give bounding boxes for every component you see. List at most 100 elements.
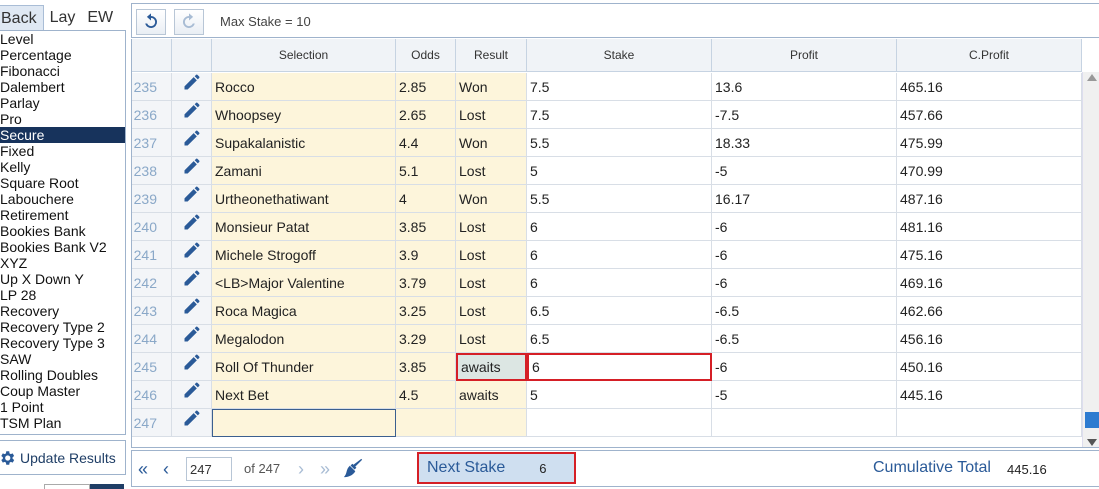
staking-method-item[interactable]: Up X Down Y <box>0 271 125 287</box>
cell-profit[interactable]: -6.5 <box>712 297 897 325</box>
cell-stake[interactable]: 6.5 <box>527 325 712 353</box>
cell-stake[interactable]: 6 <box>527 241 712 269</box>
cell-selection[interactable]: Whoopsey <box>212 101 396 129</box>
broom-icon[interactable] <box>342 457 364 479</box>
cell-odds[interactable] <box>396 409 456 437</box>
cell-cprofit[interactable]: 456.16 <box>897 325 1082 353</box>
cell-odds[interactable]: 4.4 <box>396 129 456 157</box>
redo-button[interactable] <box>174 9 204 35</box>
edit-row-button[interactable] <box>172 73 212 101</box>
column-header-odds[interactable]: Odds <box>396 39 456 72</box>
column-header-selection[interactable]: Selection <box>212 39 396 72</box>
cell-selection[interactable]: Next Bet <box>212 381 396 409</box>
cell-profit[interactable]: -6.5 <box>712 325 897 353</box>
cell-odds[interactable]: 5.1 <box>396 157 456 185</box>
cell-result[interactable] <box>456 409 527 437</box>
cell-selection[interactable]: Supakalanistic <box>212 129 396 157</box>
staking-method-item[interactable]: Bookies Bank <box>0 223 125 239</box>
cell-odds[interactable]: 3.29 <box>396 325 456 353</box>
edit-row-button[interactable] <box>172 241 212 269</box>
cell-cprofit[interactable]: 470.99 <box>897 157 1082 185</box>
cell-cprofit[interactable]: 487.16 <box>897 185 1082 213</box>
edit-row-button[interactable] <box>172 129 212 157</box>
bottom-tab[interactable] <box>44 484 90 489</box>
cell-result[interactable]: Won <box>456 73 527 101</box>
cell-cprofit[interactable]: 469.16 <box>897 269 1082 297</box>
column-header-cprofit[interactable]: C.Profit <box>897 39 1082 72</box>
column-header-edit[interactable] <box>172 39 212 72</box>
table-row[interactable]: 244 Megalodon 3.29 Lost 6.5 -6.5 456.16 <box>132 325 1082 353</box>
staking-method-item[interactable]: Kelly <box>0 159 125 175</box>
update-results-button[interactable]: Update Results <box>0 440 126 475</box>
cell-selection[interactable]: Urtheonethatiwant <box>212 185 396 213</box>
cell-selection[interactable]: Roll Of Thunder <box>212 353 396 381</box>
staking-method-item[interactable]: Fibonacci <box>0 63 125 79</box>
staking-method-item[interactable]: TSM Plan <box>0 415 125 431</box>
cell-stake[interactable]: 5 <box>527 157 712 185</box>
cell-stake[interactable]: 6 <box>527 353 712 381</box>
cell-cprofit[interactable]: 450.16 <box>897 353 1082 381</box>
cell-selection[interactable]: Roca Magica <box>212 297 396 325</box>
staking-method-item[interactable]: Labouchere <box>0 191 125 207</box>
cell-stake[interactable]: 7.5 <box>527 101 712 129</box>
cell-stake[interactable]: 6 <box>527 213 712 241</box>
cell-cprofit[interactable]: 445.16 <box>897 381 1082 409</box>
edit-row-button[interactable] <box>172 157 212 185</box>
tab-back[interactable]: Back <box>0 5 44 30</box>
cell-selection[interactable]: Rocco <box>212 73 396 101</box>
staking-method-item[interactable]: 1 Point <box>0 399 125 415</box>
cell-selection[interactable]: Megalodon <box>212 325 396 353</box>
cell-profit[interactable]: -5 <box>712 381 897 409</box>
bottom-tab-active[interactable] <box>90 484 124 489</box>
edit-row-button[interactable] <box>172 325 212 353</box>
edit-row-button[interactable] <box>172 409 212 437</box>
vertical-scrollbar[interactable] <box>1082 72 1099 447</box>
cell-cprofit[interactable]: 457.66 <box>897 101 1082 129</box>
cell-result[interactable]: Lost <box>456 157 527 185</box>
cell-odds[interactable]: 3.79 <box>396 269 456 297</box>
staking-method-item[interactable]: Dalembert <box>0 79 125 95</box>
staking-method-item[interactable]: Percentage <box>0 47 125 63</box>
cell-profit[interactable]: 18.33 <box>712 129 897 157</box>
cell-result[interactable]: Lost <box>456 241 527 269</box>
next-page-icon[interactable]: › <box>298 460 304 478</box>
cell-profit[interactable]: -7.5 <box>712 101 897 129</box>
table-row[interactable]: 242 <LB>Major Valentine 3.79 Lost 6 -6 469.16 <box>132 269 1082 297</box>
cell-cprofit[interactable]: 475.16 <box>897 241 1082 269</box>
cell-profit[interactable]: 16.17 <box>712 185 897 213</box>
staking-method-item[interactable]: Recovery Type 2 <box>0 319 125 335</box>
cell-odds[interactable]: 2.65 <box>396 101 456 129</box>
column-header-result[interactable]: Result <box>456 39 527 72</box>
staking-method-item[interactable]: XYZ <box>0 255 125 271</box>
prev-page-icon[interactable]: ‹ <box>163 460 169 478</box>
table-row[interactable]: 238 Zamani 5.1 Lost 5 -5 470.99 <box>132 157 1082 185</box>
cell-profit[interactable]: -6 <box>712 353 897 381</box>
cell-stake[interactable]: 5 <box>527 381 712 409</box>
edit-row-button[interactable] <box>172 101 212 129</box>
cell-result[interactable]: Lost <box>456 297 527 325</box>
tab-ew[interactable]: EW <box>81 5 119 30</box>
cell-odds[interactable]: 3.9 <box>396 241 456 269</box>
cell-cprofit[interactable]: 465.16 <box>897 73 1082 101</box>
cell-stake[interactable] <box>527 409 712 437</box>
table-row[interactable]: 237 Supakalanistic 4.4 Won 5.5 18.33 475.99 <box>132 129 1082 157</box>
cell-profit[interactable] <box>712 409 897 437</box>
scroll-thumb[interactable] <box>1085 412 1099 428</box>
cell-selection[interactable]: Monsieur Patat <box>212 213 396 241</box>
cell-result[interactable]: Won <box>456 185 527 213</box>
staking-method-item[interactable]: Rolling Doubles <box>0 367 125 383</box>
staking-method-item[interactable]: Bookies Bank V2 <box>0 239 125 255</box>
table-row[interactable]: 245 Roll Of Thunder 3.85 awaits 6 -6 450.16 <box>132 353 1082 381</box>
tab-lay[interactable]: Lay <box>44 5 82 30</box>
column-header-row-number[interactable] <box>132 39 172 72</box>
edit-row-button[interactable] <box>172 381 212 409</box>
cell-odds[interactable]: 2.85 <box>396 73 456 101</box>
table-row[interactable]: 239 Urtheonethatiwant 4 Won 5.5 16.17 487.16 <box>132 185 1082 213</box>
cell-cprofit[interactable]: 462.66 <box>897 297 1082 325</box>
edit-row-button[interactable] <box>172 353 212 381</box>
cell-cprofit[interactable]: 475.99 <box>897 129 1082 157</box>
staking-method-item[interactable]: Parlay <box>0 95 125 111</box>
cell-odds[interactable]: 3.85 <box>396 213 456 241</box>
staking-method-item[interactable]: LP 28 <box>0 287 125 303</box>
staking-method-item[interactable]: Fixed <box>0 143 125 159</box>
